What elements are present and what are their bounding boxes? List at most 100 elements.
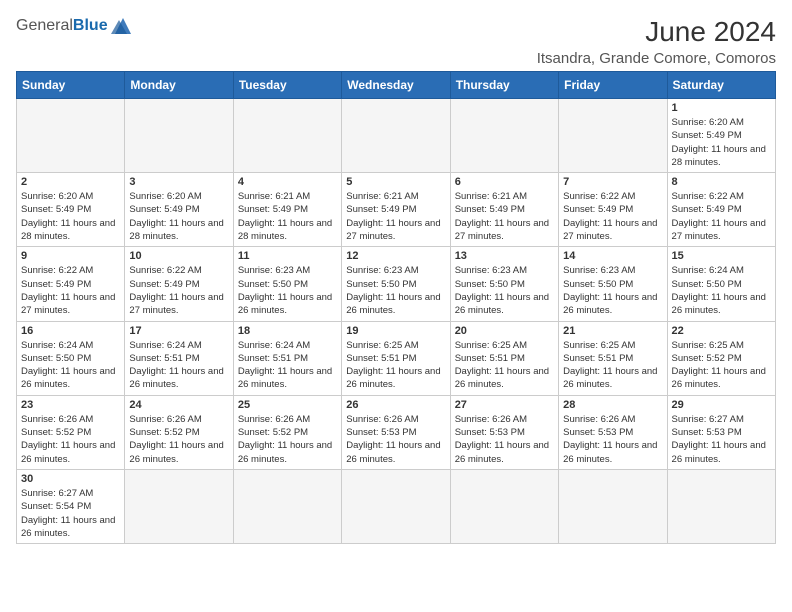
calendar-cell [342, 99, 450, 173]
day-number: 7 [563, 176, 662, 188]
calendar-cell: 23 Sunrise: 6:26 AMSunset: 5:52 PMDayligh… [17, 395, 125, 469]
day-number: 9 [21, 250, 120, 262]
day-info: Sunrise: 6:26 AMSunset: 5:52 PMDaylight:… [129, 413, 228, 466]
day-number: 16 [21, 325, 120, 337]
calendar-cell: 25Sunrise: 6:26 AMSunset: 5:52 PMDayligh… [233, 395, 341, 469]
calendar-cell: 6 Sunrise: 6:21 AMSunset: 5:49 PMDaylight… [450, 173, 558, 247]
day-info: Sunrise: 6:20 AMSunset: 5:49 PMDaylight:… [129, 190, 228, 243]
day-info: Sunrise: 6:22 AMSunset: 5:49 PMDaylight:… [129, 264, 228, 317]
day-number: 22 [672, 325, 771, 337]
day-number: 23 [21, 399, 120, 411]
logo: GeneralBlue [16, 16, 135, 36]
weekday-header-row: SundayMondayTuesdayWednesdayThursdayFrid… [17, 72, 776, 99]
day-info: Sunrise: 6:20 AMSunset: 5:49 PMDaylight:… [21, 190, 120, 243]
calendar-cell: 10 Sunrise: 6:22 AMSunset: 5:49 PMDayligh… [125, 247, 233, 321]
calendar-cell: 27 Sunrise: 6:26 AMSunset: 5:53 PMDayligh… [450, 395, 558, 469]
logo-general: General [16, 17, 73, 35]
day-info: Sunrise: 6:21 AMSunset: 5:49 PMDaylight:… [455, 190, 554, 243]
calendar-cell: 9 Sunrise: 6:22 AMSunset: 5:49 PMDaylight… [17, 247, 125, 321]
header: GeneralBlue June 2024 Itsandra, Grande C… [16, 16, 776, 67]
logo-icon [111, 16, 135, 36]
day-number: 8 [672, 176, 771, 188]
day-info: Sunrise: 6:24 AMSunset: 5:51 PMDaylight:… [129, 339, 228, 392]
calendar-cell [559, 99, 667, 173]
day-info: Sunrise: 6:26 AMSunset: 5:53 PMDaylight:… [346, 413, 445, 466]
day-info: Sunrise: 6:22 AMSunset: 5:49 PMDaylight:… [21, 264, 120, 317]
location-title: Itsandra, Grande Comore, Comoros [537, 50, 776, 67]
day-number: 14 [563, 250, 662, 262]
logo-blue: Blue [73, 17, 108, 35]
calendar-cell: 26 Sunrise: 6:26 AMSunset: 5:53 PMDayligh… [342, 395, 450, 469]
day-info: Sunrise: 6:25 AMSunset: 5:51 PMDaylight:… [455, 339, 554, 392]
day-info: Sunrise: 6:26 AMSunset: 5:52 PMDaylight:… [21, 413, 120, 466]
day-number: 27 [455, 399, 554, 411]
calendar-week-row: 9 Sunrise: 6:22 AMSunset: 5:49 PMDaylight… [17, 247, 776, 321]
calendar-cell: 15Sunrise: 6:24 AMSunset: 5:50 PMDayligh… [667, 247, 775, 321]
day-number: 11 [238, 250, 337, 262]
calendar-cell: 24Sunrise: 6:26 AMSunset: 5:52 PMDayligh… [125, 395, 233, 469]
day-number: 21 [563, 325, 662, 337]
calendar-week-row: 30Sunrise: 6:27 AMSunset: 5:54 PMDayligh… [17, 469, 776, 543]
day-number: 6 [455, 176, 554, 188]
day-number: 5 [346, 176, 445, 188]
weekday-header-monday: Monday [125, 72, 233, 99]
weekday-header-saturday: Saturday [667, 72, 775, 99]
day-info: Sunrise: 6:22 AMSunset: 5:49 PMDaylight:… [563, 190, 662, 243]
title-area: June 2024 Itsandra, Grande Comore, Comor… [537, 16, 776, 67]
calendar-week-row: 1 Sunrise: 6:20 AMSunset: 5:49 PMDaylight… [17, 99, 776, 173]
calendar-cell: 8 Sunrise: 6:22 AMSunset: 5:49 PMDaylight… [667, 173, 775, 247]
day-info: Sunrise: 6:27 AMSunset: 5:54 PMDaylight:… [21, 487, 120, 540]
calendar-cell: 30Sunrise: 6:27 AMSunset: 5:54 PMDayligh… [17, 469, 125, 543]
weekday-header-tuesday: Tuesday [233, 72, 341, 99]
calendar-cell [233, 99, 341, 173]
calendar-cell [233, 469, 341, 543]
calendar-cell [125, 469, 233, 543]
day-number: 1 [672, 102, 771, 114]
day-number: 19 [346, 325, 445, 337]
calendar-cell: 4Sunrise: 6:21 AMSunset: 5:49 PMDaylight… [233, 173, 341, 247]
day-number: 20 [455, 325, 554, 337]
day-number: 25 [238, 399, 337, 411]
day-info: Sunrise: 6:22 AMSunset: 5:49 PMDaylight:… [672, 190, 771, 243]
calendar-cell: 28 Sunrise: 6:26 AMSunset: 5:53 PMDayligh… [559, 395, 667, 469]
calendar-cell [559, 469, 667, 543]
day-info: Sunrise: 6:25 AMSunset: 5:52 PMDaylight:… [672, 339, 771, 392]
day-number: 3 [129, 176, 228, 188]
day-number: 18 [238, 325, 337, 337]
day-info: Sunrise: 6:27 AMSunset: 5:53 PMDaylight:… [672, 413, 771, 466]
calendar-cell [125, 99, 233, 173]
day-number: 13 [455, 250, 554, 262]
day-number: 10 [129, 250, 228, 262]
day-number: 2 [21, 176, 120, 188]
month-title: June 2024 [537, 16, 776, 48]
weekday-header-sunday: Sunday [17, 72, 125, 99]
day-info: Sunrise: 6:26 AMSunset: 5:53 PMDaylight:… [563, 413, 662, 466]
calendar-cell [17, 99, 125, 173]
day-info: Sunrise: 6:25 AMSunset: 5:51 PMDaylight:… [563, 339, 662, 392]
calendar-cell [450, 99, 558, 173]
day-number: 28 [563, 399, 662, 411]
day-number: 26 [346, 399, 445, 411]
calendar-cell: 19Sunrise: 6:25 AMSunset: 5:51 PMDayligh… [342, 321, 450, 395]
day-info: Sunrise: 6:23 AMSunset: 5:50 PMDaylight:… [455, 264, 554, 317]
calendar-cell [450, 469, 558, 543]
calendar-cell: 5Sunrise: 6:21 AMSunset: 5:49 PMDaylight… [342, 173, 450, 247]
weekday-header-wednesday: Wednesday [342, 72, 450, 99]
weekday-header-thursday: Thursday [450, 72, 558, 99]
calendar-cell [342, 469, 450, 543]
day-number: 12 [346, 250, 445, 262]
calendar-cell: 18Sunrise: 6:24 AMSunset: 5:51 PMDayligh… [233, 321, 341, 395]
day-info: Sunrise: 6:26 AMSunset: 5:53 PMDaylight:… [455, 413, 554, 466]
calendar-cell: 11Sunrise: 6:23 AMSunset: 5:50 PMDayligh… [233, 247, 341, 321]
calendar-cell: 17Sunrise: 6:24 AMSunset: 5:51 PMDayligh… [125, 321, 233, 395]
day-info: Sunrise: 6:23 AMSunset: 5:50 PMDaylight:… [346, 264, 445, 317]
calendar-cell: 29Sunrise: 6:27 AMSunset: 5:53 PMDayligh… [667, 395, 775, 469]
calendar-cell [667, 469, 775, 543]
day-info: Sunrise: 6:20 AMSunset: 5:49 PMDaylight:… [672, 116, 771, 169]
calendar-cell: 3 Sunrise: 6:20 AMSunset: 5:49 PMDaylight… [125, 173, 233, 247]
day-info: Sunrise: 6:23 AMSunset: 5:50 PMDaylight:… [563, 264, 662, 317]
weekday-header-friday: Friday [559, 72, 667, 99]
calendar-cell: 16Sunrise: 6:24 AMSunset: 5:50 PMDayligh… [17, 321, 125, 395]
calendar-cell: 1 Sunrise: 6:20 AMSunset: 5:49 PMDaylight… [667, 99, 775, 173]
day-number: 15 [672, 250, 771, 262]
